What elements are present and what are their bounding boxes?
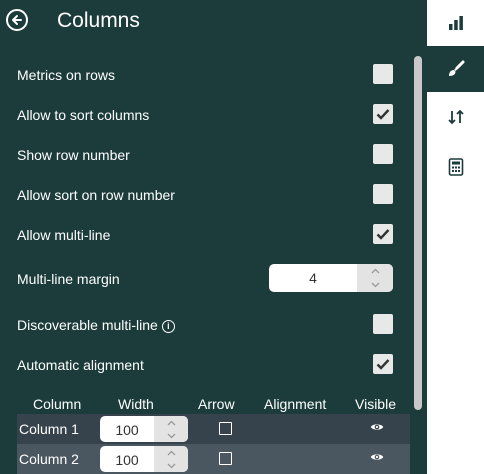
- option-label: Allow multi-line: [17, 227, 111, 243]
- chevron-up-icon: [371, 268, 379, 274]
- header-visible: Visible: [355, 396, 396, 412]
- automatic-alignment-checkbox[interactable]: [373, 354, 393, 374]
- info-icon[interactable]: i: [161, 320, 175, 333]
- option-metrics-on-rows: Metrics on rows: [17, 62, 393, 88]
- table-row: Column 1 100: [17, 414, 410, 444]
- checkmark-icon: [376, 229, 390, 240]
- option-discoverable-multi-line: Discoverable multi-line i: [17, 312, 393, 338]
- stepper-arrows: [154, 416, 188, 442]
- checkmark-icon: [376, 359, 390, 370]
- bar-chart-icon: [448, 16, 463, 30]
- table-row: Column 2 100: [17, 444, 410, 474]
- stepper-down-button[interactable]: [154, 459, 188, 472]
- column-name: Column 2: [19, 451, 79, 467]
- chevron-down-icon: [167, 433, 175, 438]
- discoverable-label: Discoverable multi-line: [17, 317, 158, 333]
- header-alignment: Alignment: [264, 396, 327, 412]
- option-label: Show row number: [17, 147, 130, 163]
- option-label: Multi-line margin: [17, 271, 120, 287]
- brush-icon: [448, 60, 464, 76]
- option-label: Metrics on rows: [17, 67, 116, 83]
- arrow-checkbox[interactable]: [219, 422, 232, 435]
- tab-calculator[interactable]: [427, 144, 484, 190]
- stepper-value[interactable]: 4: [269, 264, 357, 292]
- show-row-number-checkbox[interactable]: [373, 144, 393, 164]
- page-title: Columns: [57, 9, 140, 32]
- sort-arrows-icon: [447, 109, 464, 125]
- allow-sort-row-number-checkbox[interactable]: [373, 184, 393, 204]
- columns-table-header: Column Width Arrow Alignment Visible: [17, 396, 410, 414]
- option-allow-sort-row-number: Allow sort on row number: [17, 182, 393, 208]
- option-label: Discoverable multi-line i: [17, 317, 175, 333]
- discoverable-multi-line-checkbox[interactable]: [373, 314, 393, 334]
- eye-icon[interactable]: [370, 452, 384, 462]
- stepper-down-button[interactable]: [154, 429, 188, 442]
- tab-chart[interactable]: [427, 0, 484, 46]
- vertical-scrollbar[interactable]: [414, 56, 422, 410]
- calculator-icon: [448, 158, 463, 176]
- chevron-up-icon: [167, 420, 175, 425]
- allow-sort-columns-checkbox[interactable]: [373, 104, 393, 124]
- option-automatic-alignment: Automatic alignment: [17, 352, 393, 378]
- width-stepper[interactable]: 100: [100, 446, 188, 472]
- header-arrow: Arrow: [198, 396, 235, 412]
- tab-style[interactable]: [427, 46, 484, 92]
- stepper-up-button[interactable]: [357, 264, 393, 278]
- option-allow-multi-line: Allow multi-line: [17, 222, 393, 248]
- width-stepper[interactable]: 100: [100, 416, 188, 442]
- stepper-arrows: [357, 264, 393, 292]
- width-value[interactable]: 100: [100, 416, 154, 442]
- option-label: Automatic alignment: [17, 357, 144, 373]
- option-multi-line-margin: Multi-line margin 4: [17, 264, 393, 292]
- checkmark-icon: [376, 109, 390, 120]
- column-name: Column 1: [19, 421, 79, 437]
- side-tab-bar: [427, 0, 484, 474]
- eye-icon[interactable]: [370, 422, 384, 432]
- option-show-row-number: Show row number: [17, 142, 393, 168]
- allow-multi-line-checkbox[interactable]: [373, 224, 393, 244]
- chevron-up-icon: [167, 450, 175, 455]
- option-label: Allow sort on row number: [17, 187, 175, 203]
- chevron-down-icon: [167, 463, 175, 468]
- back-button[interactable]: [6, 9, 28, 31]
- arrow-left-icon: [12, 15, 22, 25]
- chevron-down-icon: [371, 282, 379, 288]
- width-value[interactable]: 100: [100, 446, 154, 472]
- arrow-checkbox[interactable]: [219, 452, 232, 465]
- panel-header: Columns: [0, 0, 427, 44]
- header-column: Column: [33, 396, 82, 412]
- metrics-on-rows-checkbox[interactable]: [373, 64, 393, 84]
- tab-sort[interactable]: [427, 94, 484, 140]
- stepper-up-button[interactable]: [154, 446, 188, 459]
- header-width: Width: [118, 396, 154, 412]
- stepper-down-button[interactable]: [357, 278, 393, 292]
- option-allow-sort-columns: Allow to sort columns: [17, 102, 393, 128]
- settings-panel: Columns Metrics on rows Allow to sort co…: [0, 0, 427, 474]
- option-label: Allow to sort columns: [17, 107, 150, 123]
- stepper-up-button[interactable]: [154, 416, 188, 429]
- stepper-arrows: [154, 446, 188, 472]
- multi-line-margin-stepper[interactable]: 4: [269, 264, 393, 292]
